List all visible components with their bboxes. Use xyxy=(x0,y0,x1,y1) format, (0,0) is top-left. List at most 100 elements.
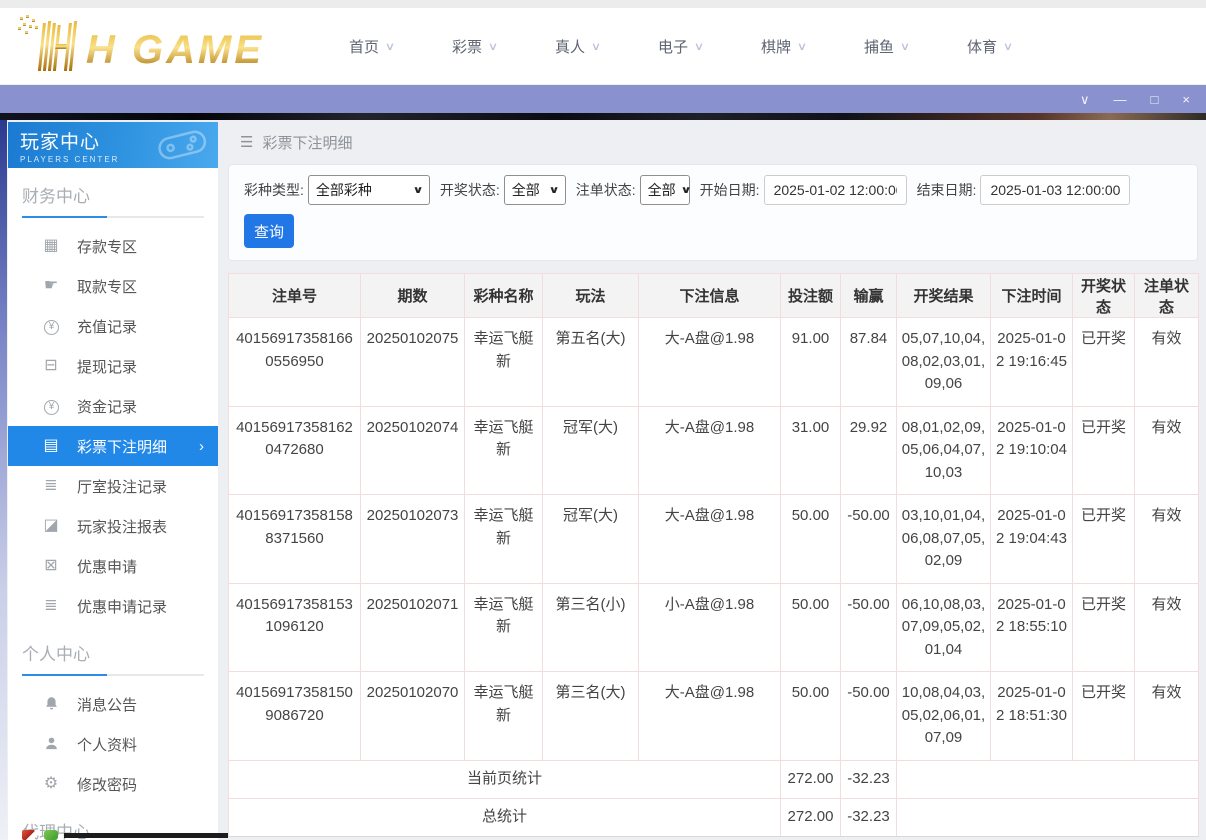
table-cell: 20250102070 xyxy=(360,671,465,761)
sidebar-item-label: 个人资料 xyxy=(77,736,138,754)
ordered-list-icon: ≣ xyxy=(44,477,58,494)
nav-item-fishing[interactable]: 捕鱼 ∨ xyxy=(835,36,938,57)
document-list-icon: ▤ xyxy=(43,437,59,454)
table-cell: 2025-01-02 19:04:43 xyxy=(990,494,1073,584)
chevron-down-icon: ∨ xyxy=(899,40,911,53)
start-date-input[interactable] xyxy=(763,175,907,205)
section-divider xyxy=(22,674,204,676)
sidebar-item-lottery-bet-details[interactable]: ▤ 彩票下注明细 › xyxy=(8,426,218,466)
column-header: 开奖结果 xyxy=(896,273,991,318)
breadcrumb: ☰ 彩票下注明细 xyxy=(228,120,1198,164)
column-header: 注单号 xyxy=(228,273,361,318)
table-cell: 06,10,08,03,07,09,05,02,01,04 xyxy=(896,582,991,672)
sidebar-item-funds-record[interactable]: ¥ 资金记录 xyxy=(8,386,218,426)
table-cell: 幸运飞艇新 xyxy=(464,671,543,761)
logo-graphic: H GAME xyxy=(18,14,264,72)
hh-game-logo: H GAME xyxy=(10,13,278,80)
sidebar-item-player-bet-report[interactable]: ◪ 玩家投注报表 xyxy=(8,506,218,546)
table-cell: 31.00 xyxy=(780,405,841,495)
sidebar-item-label: 取款专区 xyxy=(77,278,138,296)
selected-value: 全部 xyxy=(511,182,540,198)
sidebar-item-recharge-record[interactable]: ¥ 充值记录 xyxy=(8,306,218,346)
table-cell: -50.00 xyxy=(840,494,897,584)
order-status-label: 注单状态: xyxy=(575,182,636,198)
nav-item-slots[interactable]: 电子 ∨ xyxy=(629,36,732,57)
table-cell: 有效 xyxy=(1134,582,1199,672)
table-cell: 有效 xyxy=(1134,405,1199,495)
nav-item-live[interactable]: 真人 ∨ xyxy=(526,36,629,57)
sidebar-item-profile[interactable]: 个人资料 xyxy=(8,724,218,764)
column-header: 下注信息 xyxy=(638,273,781,318)
lottery-type-select[interactable]: 全部彩种 ∨ xyxy=(307,175,430,205)
nav-item-sports[interactable]: 体育 ∨ xyxy=(938,36,1041,57)
search-button[interactable]: 查询 xyxy=(244,214,294,248)
svg-text:H GAME: H GAME xyxy=(86,28,264,72)
table-cell: 小-A盘@1.98 xyxy=(638,582,781,672)
nav-item-home[interactable]: 首页 ∨ xyxy=(320,36,423,57)
user-icon xyxy=(42,736,60,752)
table-cell: 大-A盘@1.98 xyxy=(638,494,781,584)
end-date-input[interactable] xyxy=(980,175,1131,205)
chevron-down-icon: ∨ xyxy=(590,40,602,53)
chevron-down-icon: ∨ xyxy=(1002,40,1014,53)
minimize-icon[interactable]: — xyxy=(1114,93,1127,106)
sidebar-item-promo-apply-record[interactable]: ≣ 优惠申请记录 xyxy=(8,586,218,626)
nav-item-board-games[interactable]: 棋牌 ∨ xyxy=(732,36,835,57)
table-cell: 401569173581531096120 xyxy=(228,582,361,672)
section-finance-center: 财务中心 xyxy=(8,168,218,226)
sidebar-item-announcements[interactable]: 消息公告 xyxy=(8,684,218,724)
table-header-row: 注单号 期数 彩种名称 玩法 下注信息 投注额 输赢 开奖结果 下注时间 开奖状态 注单状态 xyxy=(228,273,1199,318)
table-cell: 20250102073 xyxy=(360,494,465,584)
sidebar-item-label: 修改密码 xyxy=(77,776,138,794)
gamepad-icon xyxy=(156,126,208,167)
section-personal-center: 个人中心 xyxy=(8,626,218,684)
chevron-down-icon: ∨ xyxy=(693,40,705,53)
sidebar-item-withdraw[interactable]: ☛ 取款专区 xyxy=(8,266,218,306)
table-cell: 已开奖 xyxy=(1072,582,1135,672)
table-cell: 05,07,10,04,08,02,03,01,09,06 xyxy=(896,317,991,407)
column-header: 注单状态 xyxy=(1134,273,1199,318)
sidebar-item-withdraw-record[interactable]: ⊟ 提现记录 xyxy=(8,346,218,386)
sidebar-item-hall-bet-record[interactable]: ≣ 厅室投注记录 xyxy=(8,466,218,506)
table-cell: 401569173581660556950 xyxy=(228,317,361,407)
column-header: 玩法 xyxy=(542,273,639,318)
sidebar-item-label: 提现记录 xyxy=(77,358,138,376)
column-header: 开奖状态 xyxy=(1072,273,1135,318)
page-title: 彩票下注明细 xyxy=(262,134,353,152)
table-cell: -50.00 xyxy=(840,671,897,761)
table-cell: 08,01,02,09,05,06,04,07,10,03 xyxy=(896,405,991,495)
sidebar-item-label: 厅室投注记录 xyxy=(77,478,168,496)
site-header: H GAME 首页 ∨ 彩票 ∨ 真人 ∨ 电子 ∨ 棋牌 ∨ 捕鱼 ∨ 体育 … xyxy=(0,8,1206,85)
menu-icon: ☰ xyxy=(240,134,254,151)
table-cell: 20250102074 xyxy=(360,405,465,495)
table-row: 401569173581620472680 20250102074 幸运飞艇新 冠军(… xyxy=(228,405,1199,495)
chevron-down-icon: ∨ xyxy=(487,40,499,53)
window-dropdown-icon[interactable]: ∨ xyxy=(1080,93,1090,106)
close-icon[interactable]: × xyxy=(1182,93,1190,106)
bank-card-icon: ▦ xyxy=(43,237,59,254)
selected-value: 全部 xyxy=(647,182,676,198)
summary-empty xyxy=(896,759,1199,799)
table-cell: 401569173581620472680 xyxy=(228,405,361,495)
sidebar-item-label: 优惠申请记录 xyxy=(77,598,168,616)
draw-status-select[interactable]: 全部 ∨ xyxy=(503,175,566,205)
table-cell: 大-A盘@1.98 xyxy=(638,317,781,407)
sidebar-item-change-password[interactable]: ⚙ 修改密码 xyxy=(8,764,218,804)
sidebar-item-promo-apply[interactable]: ⊠ 优惠申请 xyxy=(8,546,218,586)
desktop-icon-green xyxy=(44,830,58,840)
table-cell: 50.00 xyxy=(780,582,841,672)
table-cell: 2025-01-02 19:10:04 xyxy=(990,405,1073,495)
table-row: 401569173581660556950 20250102075 幸运飞艇新 第五名… xyxy=(228,317,1199,407)
sidebar-item-deposit[interactable]: ▦ 存款专区 xyxy=(8,226,218,266)
table-cell: 大-A盘@1.98 xyxy=(638,405,781,495)
maximize-icon[interactable]: □ xyxy=(1151,93,1159,106)
taskbar-edge xyxy=(64,833,228,838)
sidebar-item-label: 玩家投注报表 xyxy=(77,518,168,536)
main-content: ☰ 彩票下注明细 彩种类型: 全部彩种 ∨ 开奖状态: 全部 ∨ 注单状态: 全… xyxy=(228,120,1199,840)
nav-item-lottery[interactable]: 彩票 ∨ xyxy=(423,36,526,57)
column-header: 输赢 xyxy=(840,273,897,318)
window-titlebar: ∨ — □ × xyxy=(0,85,1206,113)
filter-row: 彩种类型: 全部彩种 ∨ 开奖状态: 全部 ∨ 注单状态: 全部 ∨ 开始日期:… xyxy=(244,175,1182,205)
order-status-select[interactable]: 全部 ∨ xyxy=(639,175,691,205)
table-row: 401569173581531096120 20250102071 幸运飞艇新 第三名… xyxy=(228,582,1199,672)
